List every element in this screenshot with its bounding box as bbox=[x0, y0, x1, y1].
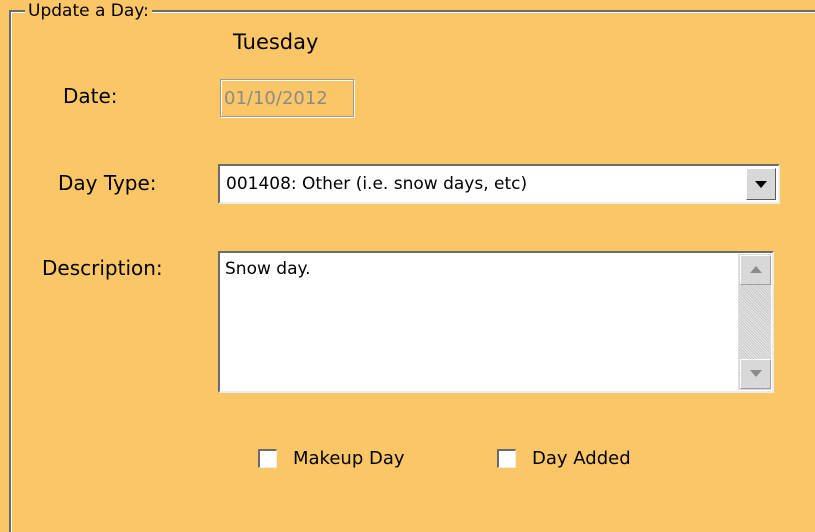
scroll-up-arrow-icon[interactable] bbox=[740, 255, 771, 285]
day-added-checkbox[interactable] bbox=[497, 449, 516, 468]
day-added-option[interactable]: Day Added bbox=[497, 448, 631, 469]
makeup-day-label[interactable]: Makeup Day bbox=[293, 448, 405, 469]
day-type-select[interactable]: 001408: Other (i.e. snow days, etc) bbox=[218, 164, 780, 204]
description-textarea[interactable]: Snow day. bbox=[218, 251, 774, 393]
date-label: Date: bbox=[63, 84, 118, 108]
description-scrollbar[interactable] bbox=[738, 254, 771, 390]
scroll-down-arrow-icon[interactable] bbox=[740, 359, 771, 389]
description-text: Snow day. bbox=[225, 259, 311, 279]
makeup-day-checkbox[interactable] bbox=[258, 449, 277, 468]
dropdown-arrow-icon[interactable] bbox=[746, 168, 776, 200]
day-added-label[interactable]: Day Added bbox=[532, 448, 631, 469]
description-label: Description: bbox=[42, 256, 163, 280]
day-type-selected-value: 001408: Other (i.e. snow days, etc) bbox=[226, 174, 528, 194]
makeup-day-option[interactable]: Makeup Day bbox=[258, 448, 405, 469]
date-field: 01/10/2012 bbox=[220, 79, 354, 117]
day-type-label: Day Type: bbox=[58, 171, 157, 195]
groupbox-title: Update a Day: bbox=[25, 0, 152, 22]
day-name-label: Tuesday bbox=[233, 30, 319, 54]
